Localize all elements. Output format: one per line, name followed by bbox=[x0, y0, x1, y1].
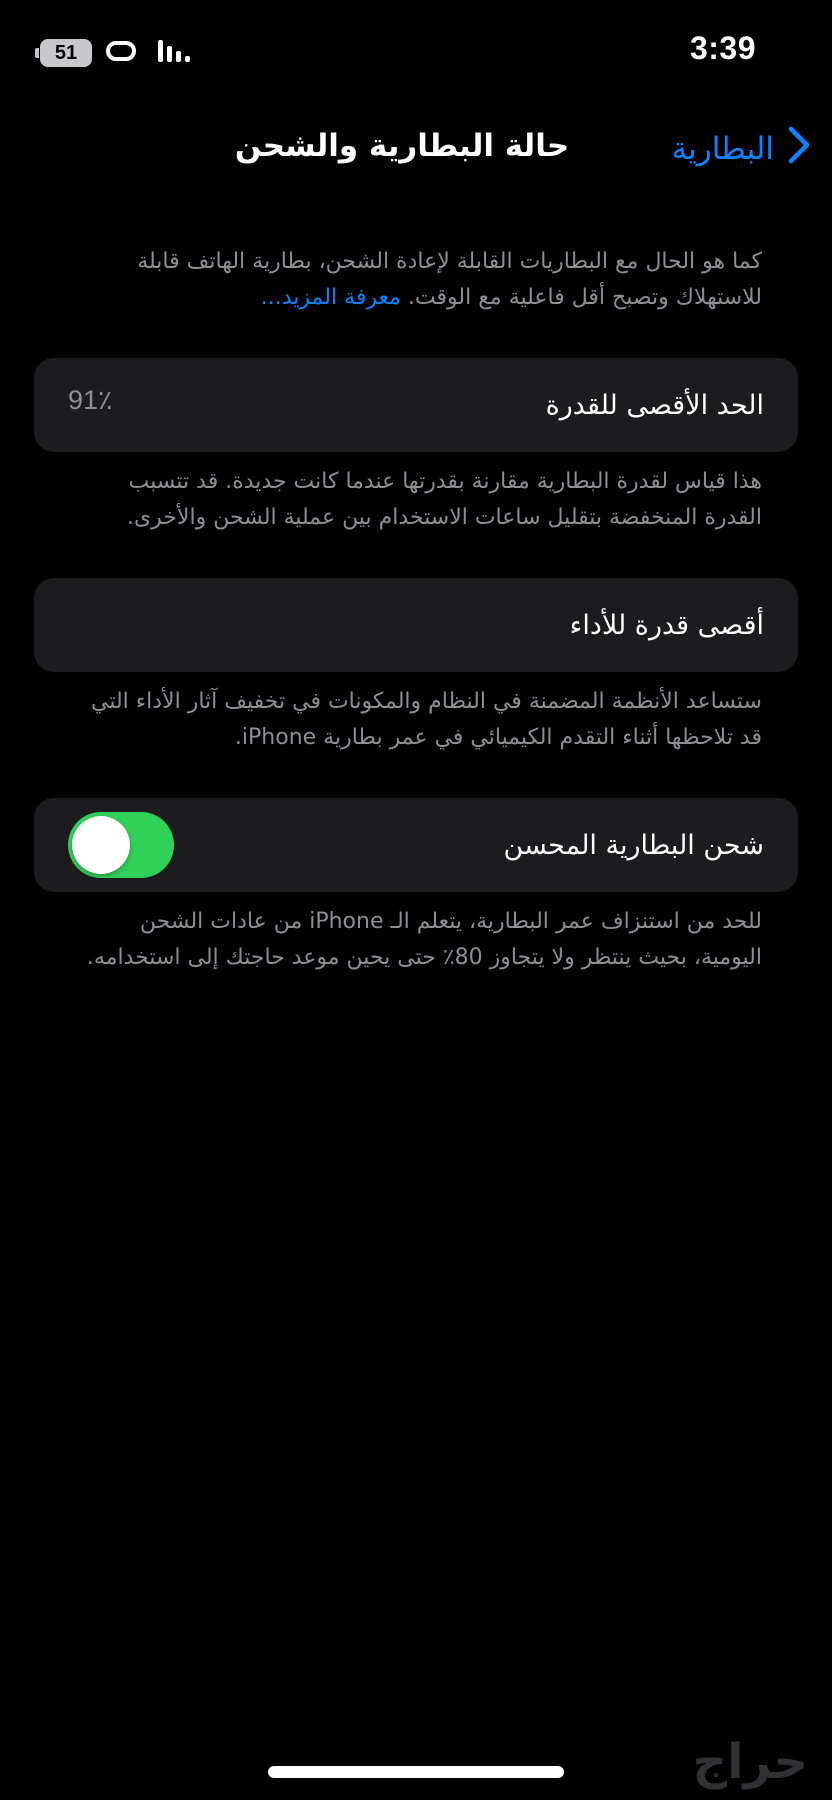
status-bar: 51 3:39 bbox=[0, 0, 832, 100]
chevron-right-icon bbox=[788, 126, 810, 172]
intro-body: كما هو الحال مع البطاريات القابلة لإعادة… bbox=[137, 249, 762, 310]
intro-text: كما هو الحال مع البطاريات القابلة لإعادة… bbox=[34, 244, 798, 316]
link-icon bbox=[104, 38, 144, 68]
back-button-label: البطارية bbox=[671, 131, 774, 167]
max-capacity-label: الحد الأقصى للقدرة bbox=[545, 389, 764, 421]
back-button[interactable]: البطارية bbox=[671, 126, 810, 172]
peak-performance-cell: أقصى قدرة للأداء bbox=[34, 578, 798, 672]
home-indicator[interactable] bbox=[268, 1766, 564, 1778]
toggle-knob bbox=[72, 816, 130, 874]
optimized-charging-footnote: للحد من استنزاف عمر البطارية، يتعلم الـ … bbox=[86, 909, 762, 970]
optimized-charging-cell: شحن البطارية المحسن bbox=[34, 798, 798, 892]
learn-more-link[interactable]: معرفة المزيد... bbox=[261, 285, 401, 310]
optimized-charging-label: شحن البطارية المحسن bbox=[503, 829, 764, 861]
page-title: حالة البطارية والشحن bbox=[234, 128, 570, 164]
signal-icon bbox=[156, 38, 192, 68]
max-capacity-cell: الحد الأقصى للقدرة 91٪ bbox=[34, 358, 798, 452]
max-capacity-value: 91٪ bbox=[68, 385, 113, 415]
battery-level: 51 bbox=[54, 41, 78, 64]
clock-time: 3:39 bbox=[689, 30, 756, 66]
navigation-bar: البطارية حالة البطارية والشحن bbox=[0, 118, 832, 178]
battery-icon: 51 bbox=[35, 39, 92, 67]
max-capacity-footnote: هذا قياس لقدرة البطارية مقارنة بقدرتها ع… bbox=[126, 469, 762, 530]
settings-content: كما هو الحال مع البطاريات القابلة لإعادة… bbox=[34, 244, 798, 976]
peak-performance-label: أقصى قدرة للأداء bbox=[569, 609, 764, 641]
optimized-charging-toggle[interactable] bbox=[68, 812, 174, 878]
haraj-watermark: حراج bbox=[692, 1734, 809, 1790]
status-icons: 51 bbox=[35, 38, 192, 68]
peak-performance-footnote: ستساعد الأنظمة المضمنة في النظام والمكون… bbox=[91, 689, 762, 750]
